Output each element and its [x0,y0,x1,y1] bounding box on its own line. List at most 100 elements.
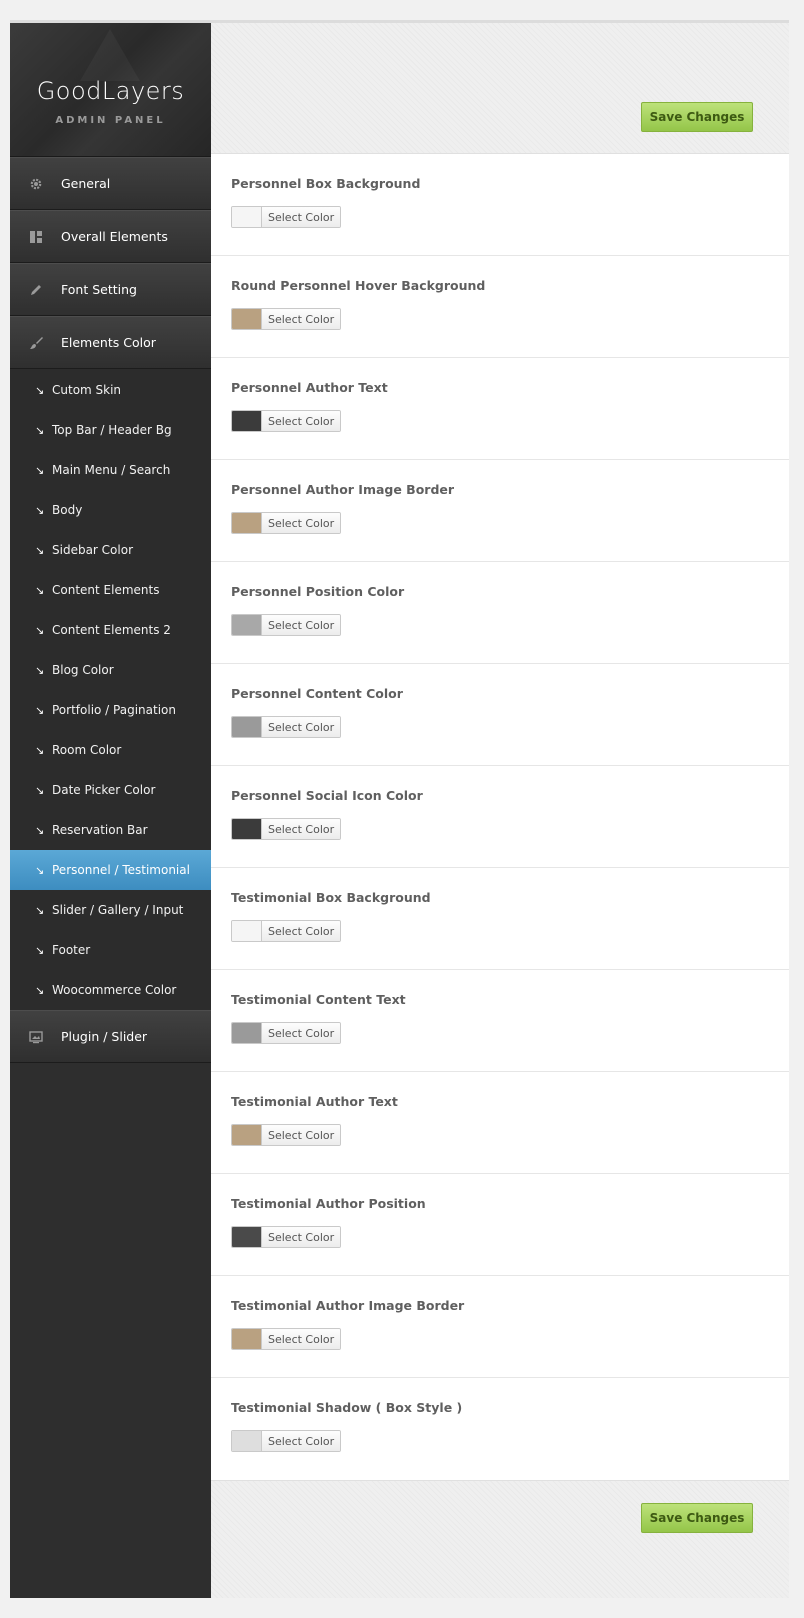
color-swatch[interactable] [232,1431,262,1451]
brand-header: GoodLayers ADMIN PANEL [10,23,211,157]
select-color-button[interactable]: Select Color [262,309,341,329]
select-color-button[interactable]: Select Color [262,717,341,737]
color-swatch[interactable] [232,1329,262,1349]
option-label: Testimonial Shadow ( Box Style ) [231,1400,463,1415]
color-swatch[interactable] [232,921,262,941]
select-color-button[interactable]: Select Color [262,921,341,941]
sidebar-item-label: Plugin / Slider [61,1029,148,1044]
arrow-down-right-icon: ↘ [35,583,45,597]
arrow-down-right-icon: ↘ [35,903,45,917]
gear-icon [29,177,43,191]
color-picker[interactable]: Select Color [231,1430,342,1452]
submenu-item-reservation-bar[interactable]: ↘ Reservation Bar [10,810,211,850]
color-picker[interactable]: Select Color [231,1226,342,1248]
color-swatch[interactable] [232,513,262,533]
pencil-icon [29,283,43,297]
select-color-button[interactable]: Select Color [262,615,341,635]
sidebar-item-elements-color[interactable]: Elements Color [10,316,211,369]
options-list: Personnel Box Background Select Color Roun… [211,154,789,1480]
select-color-button[interactable]: Select Color [262,411,341,431]
sidebar-item-overall-elements[interactable]: Overall Elements [10,210,211,263]
color-picker[interactable]: Select Color [231,1124,342,1146]
submenu-item-cutom-skin[interactable]: ↘ Cutom Skin [10,370,211,410]
save-changes-button-bottom[interactable]: Save Changes [641,1503,753,1533]
submenu-item-slider-gallery-input[interactable]: ↘ Slider / Gallery / Input [10,890,211,930]
arrow-down-right-icon: ↘ [35,463,45,477]
submenu-item-label: Personnel / Testimonial [52,863,190,877]
arrow-down-right-icon: ↘ [35,503,45,517]
color-picker[interactable]: Select Color [231,1328,342,1350]
submenu-item-room-color[interactable]: ↘ Room Color [10,730,211,770]
submenu-item-blog-color[interactable]: ↘ Blog Color [10,650,211,690]
color-picker[interactable]: Select Color [231,818,342,840]
image-icon [29,1030,43,1044]
option-label: Personnel Box Background [231,176,421,191]
color-swatch[interactable] [232,717,262,737]
option-row-personnel-author-image-border: Personnel Author Image Border Select Colo… [211,460,789,562]
brand-title: GoodLayers [36,77,185,105]
brush-icon [29,336,43,350]
arrow-down-right-icon: ↘ [35,783,45,797]
option-row-testimonial-content-text: Testimonial Content Text Select Color [211,970,789,1072]
option-label: Personnel Content Color [231,686,403,701]
sidebar-item-label: Elements Color [61,335,156,350]
color-swatch[interactable] [232,1125,262,1145]
color-picker[interactable]: Select Color [231,410,342,432]
option-label: Testimonial Content Text [231,992,406,1007]
submenu-item-portfolio-pagination[interactable]: ↘ Portfolio / Pagination [10,690,211,730]
color-swatch[interactable] [232,411,262,431]
submenu-item-label: Footer [52,943,91,957]
select-color-button[interactable]: Select Color [262,207,341,227]
submenu-item-main-menu-search[interactable]: ↘ Main Menu / Search [10,450,211,490]
select-color-button[interactable]: Select Color [262,819,341,839]
color-swatch[interactable] [232,819,262,839]
sidebar-item-plugin-slider[interactable]: Plugin / Slider [10,1010,211,1063]
select-color-button[interactable]: Select Color [262,1431,341,1451]
select-color-button[interactable]: Select Color [262,1023,341,1043]
save-changes-button-top[interactable]: Save Changes [641,102,753,132]
brand-subtitle: ADMIN PANEL [55,115,166,126]
submenu-item-sidebar-color[interactable]: ↘ Sidebar Color [10,530,211,570]
sidebar-item-general[interactable]: General [10,157,211,210]
submenu-item-footer[interactable]: ↘ Footer [10,930,211,970]
option-label: Testimonial Author Text [231,1094,398,1109]
submenu-item-personnel-testimonial[interactable]: ↘ Personnel / Testimonial [10,850,211,890]
sidebar-item-font-setting[interactable]: Font Setting [10,263,211,316]
color-swatch[interactable] [232,1023,262,1043]
color-swatch[interactable] [232,1227,262,1247]
arrow-down-right-icon: ↘ [35,743,45,757]
submenu-item-woocommerce-color[interactable]: ↘ Woocommerce Color [10,970,211,1010]
submenu-item-label: Top Bar / Header Bg [52,423,172,437]
color-picker[interactable]: Select Color [231,614,342,636]
option-row-personnel-box-background: Personnel Box Background Select Color [211,154,789,256]
color-picker[interactable]: Select Color [231,920,342,942]
submenu-item-label: Content Elements 2 [52,623,171,637]
select-color-button[interactable]: Select Color [262,1329,341,1349]
color-picker[interactable]: Select Color [231,512,342,534]
option-row-testimonial-shadow-box-style: Testimonial Shadow ( Box Style ) Select C… [211,1378,789,1480]
color-swatch[interactable] [232,615,262,635]
submenu-item-label: Main Menu / Search [52,463,171,477]
select-color-button[interactable]: Select Color [262,1125,341,1145]
option-label: Testimonial Author Position [231,1196,426,1211]
submenu-item-date-picker-color[interactable]: ↘ Date Picker Color [10,770,211,810]
select-color-button[interactable]: Select Color [262,1227,341,1247]
option-label: Personnel Position Color [231,584,405,599]
submenu-item-body[interactable]: ↘ Body [10,490,211,530]
submenu-item-label: Room Color [52,743,122,757]
submenu-item-label: Reservation Bar [52,823,148,837]
submenu-item-label: Cutom Skin [52,383,122,397]
arrow-down-right-icon: ↘ [35,983,45,997]
color-picker[interactable]: Select Color [231,716,342,738]
color-swatch[interactable] [232,207,262,227]
select-color-button[interactable]: Select Color [262,513,341,533]
color-picker[interactable]: Select Color [231,206,342,228]
color-swatch[interactable] [232,309,262,329]
option-row-personnel-author-text: Personnel Author Text Select Color [211,358,789,460]
submenu-item-content-elements[interactable]: ↘ Content Elements [10,570,211,610]
submenu-item-content-elements-2[interactable]: ↘ Content Elements 2 [10,610,211,650]
color-picker[interactable]: Select Color [231,1022,342,1044]
sidebar-item-label: Overall Elements [61,229,168,244]
submenu-item-top-bar-header-bg[interactable]: ↘ Top Bar / Header Bg [10,410,211,450]
color-picker[interactable]: Select Color [231,308,342,330]
